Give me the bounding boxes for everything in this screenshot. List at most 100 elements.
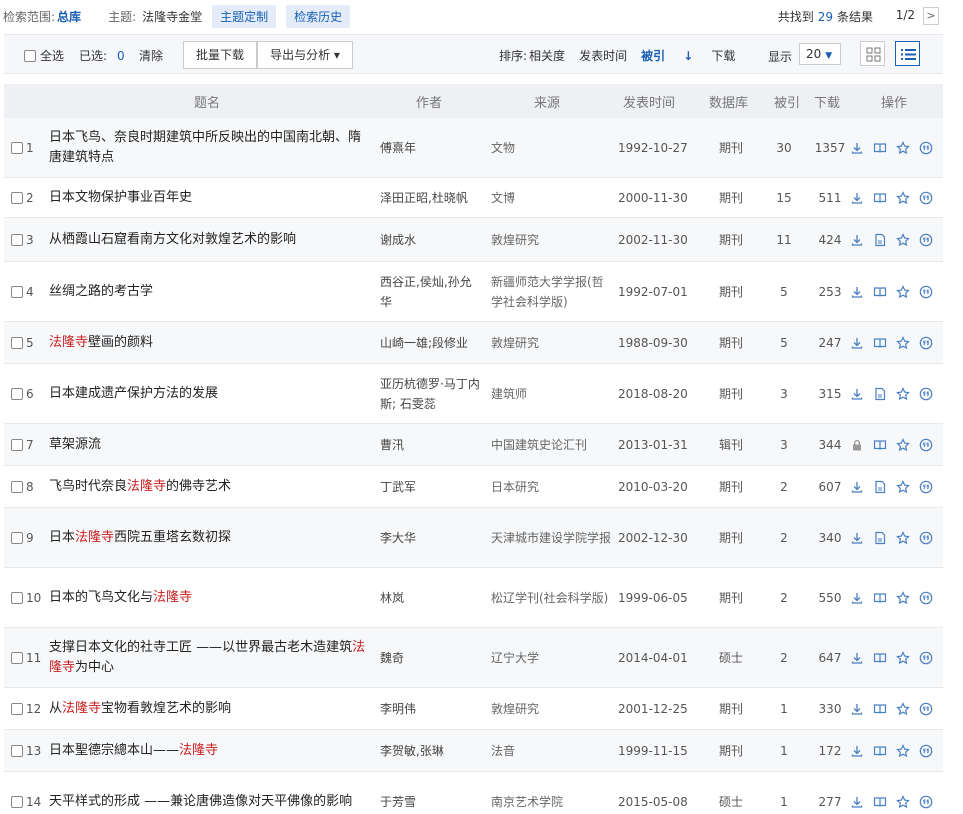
row-checkbox[interactable]: [11, 285, 23, 298]
result-title-link[interactable]: 草架源流: [49, 424, 369, 465]
result-author[interactable]: 曹汛: [380, 424, 480, 465]
read-online-icon[interactable]: [873, 191, 887, 205]
sort-download[interactable]: 下载: [711, 49, 735, 63]
result-source[interactable]: 新疆师范大学学报(哲学社会科学版): [491, 262, 611, 321]
favorite-icon[interactable]: [896, 140, 910, 155]
result-title-link[interactable]: 飞鸟时代奈良法隆寺的佛寺艺术: [49, 466, 369, 507]
favorite-icon[interactable]: [896, 284, 910, 299]
favorite-icon[interactable]: [896, 794, 910, 809]
row-select[interactable]: 8: [11, 466, 34, 507]
row-checkbox[interactable]: [11, 651, 23, 664]
cite-icon[interactable]: [919, 591, 933, 605]
result-cite-count[interactable]: 2: [769, 568, 799, 627]
cite-icon[interactable]: [919, 795, 933, 809]
row-checkbox[interactable]: [11, 387, 23, 400]
download-icon[interactable]: [850, 744, 864, 758]
list-view-icon[interactable]: [895, 41, 920, 66]
result-author[interactable]: 李大华: [380, 508, 480, 567]
read-online-icon[interactable]: [873, 702, 887, 716]
lock-icon[interactable]: [850, 438, 864, 452]
scope-value[interactable]: 总库: [57, 8, 81, 25]
result-source[interactable]: 辽宁大学: [491, 628, 611, 687]
row-select[interactable]: 9: [11, 508, 34, 567]
cite-icon[interactable]: [919, 191, 933, 205]
download-icon[interactable]: [850, 191, 864, 205]
result-title-link[interactable]: 法隆寺壁画的颜料: [49, 322, 369, 363]
result-title-link[interactable]: 日本文物保护事业百年史: [49, 178, 369, 217]
row-checkbox[interactable]: [11, 795, 23, 808]
read-online-icon[interactable]: [873, 795, 887, 809]
favorite-icon[interactable]: [896, 232, 910, 247]
download-icon[interactable]: [850, 387, 864, 401]
read-online-icon[interactable]: [873, 285, 887, 299]
favorite-icon[interactable]: [896, 190, 910, 205]
cite-icon[interactable]: [919, 387, 933, 401]
result-cite-count[interactable]: 1: [769, 772, 799, 814]
row-select[interactable]: 11: [11, 628, 41, 687]
read-online-icon[interactable]: [873, 591, 887, 605]
result-cite-count[interactable]: 2: [769, 466, 799, 507]
select-all-checkbox[interactable]: [24, 49, 36, 62]
result-source[interactable]: 中国建筑史论汇刊: [491, 424, 611, 465]
result-cite-count[interactable]: 30: [769, 118, 799, 177]
result-author[interactable]: 丁武军: [380, 466, 480, 507]
result-title-link[interactable]: 从栖霞山石窟看南方文化对敦煌艺术的影响: [49, 218, 369, 261]
read-online-icon[interactable]: [873, 651, 887, 665]
result-title-link[interactable]: 日本建成遗产保护方法的发展: [49, 364, 369, 423]
row-checkbox[interactable]: [11, 744, 23, 757]
favorite-icon[interactable]: [896, 701, 910, 716]
result-cite-count[interactable]: 2: [769, 628, 799, 687]
row-select[interactable]: 13: [11, 730, 41, 771]
html-read-icon[interactable]: [873, 531, 887, 545]
favorite-icon[interactable]: [896, 437, 910, 452]
result-source[interactable]: 建筑师: [491, 364, 611, 423]
row-select[interactable]: 10: [11, 568, 41, 627]
download-icon[interactable]: [850, 531, 864, 545]
row-checkbox[interactable]: [11, 233, 23, 246]
topic-custom-button[interactable]: 主题定制: [212, 4, 277, 28]
result-author[interactable]: 谢成水: [380, 218, 480, 261]
cite-icon[interactable]: [919, 531, 933, 545]
sort-relevance[interactable]: 相关度: [529, 49, 565, 63]
result-author[interactable]: 傅熹年: [380, 118, 480, 177]
read-online-icon[interactable]: [873, 744, 887, 758]
row-select[interactable]: 4: [11, 262, 34, 321]
read-online-icon[interactable]: [873, 336, 887, 350]
cite-icon[interactable]: [919, 744, 933, 758]
result-cite-count[interactable]: 11: [769, 218, 799, 261]
cite-icon[interactable]: [919, 233, 933, 247]
row-select[interactable]: 5: [11, 322, 34, 363]
favorite-icon[interactable]: [896, 530, 910, 545]
sort-cite[interactable]: 被引 ↓: [641, 49, 707, 63]
select-all[interactable]: 全选: [24, 47, 64, 64]
row-select[interactable]: 14: [11, 772, 41, 814]
html-read-icon[interactable]: [873, 233, 887, 247]
cite-icon[interactable]: [919, 336, 933, 350]
cite-icon[interactable]: [919, 285, 933, 299]
result-author[interactable]: 李明伟: [380, 688, 480, 729]
result-cite-count[interactable]: 5: [769, 262, 799, 321]
row-checkbox[interactable]: [11, 531, 23, 544]
result-cite-count[interactable]: 1: [769, 688, 799, 729]
row-select[interactable]: 7: [11, 424, 34, 465]
download-icon[interactable]: [850, 591, 864, 605]
row-checkbox[interactable]: [11, 336, 23, 349]
result-author[interactable]: 亚历杭德罗·马丁内斯; 石雯蕊: [380, 364, 480, 423]
result-cite-count[interactable]: 1: [769, 730, 799, 771]
cite-icon[interactable]: [919, 141, 933, 155]
result-source[interactable]: 敦煌研究: [491, 688, 611, 729]
result-author[interactable]: 泽田正昭,杜晓帆: [380, 178, 480, 217]
result-author[interactable]: 林岚: [380, 568, 480, 627]
result-author[interactable]: 于芳雪: [380, 772, 480, 814]
result-source[interactable]: 文博: [491, 178, 611, 217]
result-author[interactable]: 魏奇: [380, 628, 480, 687]
cite-icon[interactable]: [919, 702, 933, 716]
row-select[interactable]: 2: [11, 178, 34, 217]
next-page-button[interactable]: >: [923, 7, 939, 25]
result-source[interactable]: 日本研究: [491, 466, 611, 507]
result-author[interactable]: 西谷正,侯灿,孙允华: [380, 262, 480, 321]
sort-date[interactable]: 发表时间: [579, 49, 627, 63]
download-icon[interactable]: [850, 233, 864, 247]
row-checkbox[interactable]: [11, 438, 23, 451]
row-select[interactable]: 3: [11, 218, 34, 261]
